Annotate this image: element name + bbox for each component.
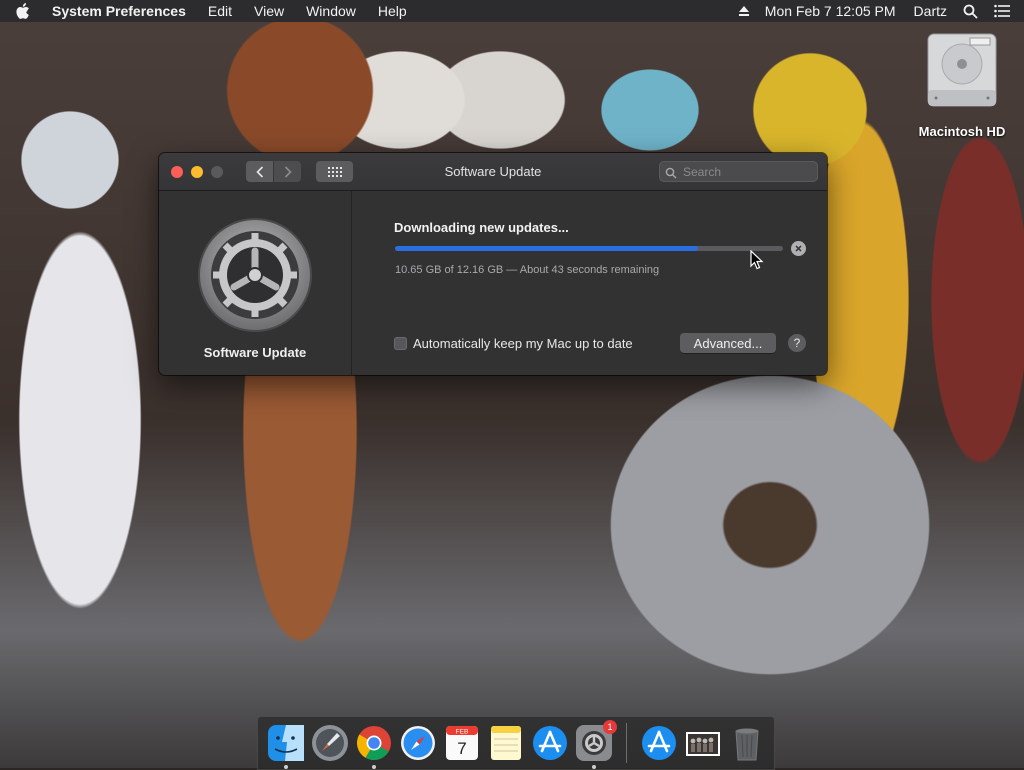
software-update-window: Software Update Search Software Update D… <box>159 153 827 375</box>
window-titlebar[interactable]: Software Update <box>159 153 827 191</box>
app-store-icon <box>533 726 567 760</box>
calendar-day: 7 <box>457 739 466 758</box>
software-update-gear-icon <box>197 217 313 333</box>
close-icon <box>795 245 802 252</box>
back-button[interactable] <box>246 161 273 182</box>
chrome-icon <box>357 726 391 760</box>
launchpad-rocket-icon <box>312 725 348 761</box>
auto-update-row: Automatically keep my Mac up to date <box>394 336 633 351</box>
dock-system-preferences[interactable]: 1 <box>575 720 617 769</box>
dock-calendar[interactable]: FEB 7 <box>443 724 481 762</box>
desktop-drive[interactable]: Macintosh HD <box>912 32 1012 139</box>
nav-buttons <box>246 161 301 182</box>
menu-edit[interactable]: Edit <box>208 3 232 19</box>
forward-button[interactable] <box>274 161 301 182</box>
cancel-download-button[interactable] <box>791 241 806 256</box>
menu-app-name[interactable]: System Preferences <box>52 3 186 19</box>
running-indicator <box>372 765 376 769</box>
dock-app-store-downloads[interactable] <box>640 724 678 762</box>
window-content: Software Update Downloading new updates.… <box>159 191 827 375</box>
chevron-left-icon <box>255 165 263 178</box>
dock-trash[interactable] <box>728 724 766 762</box>
advanced-button[interactable]: Advanced... <box>680 333 776 353</box>
eject-icon[interactable] <box>737 4 751 18</box>
close-window-button[interactable] <box>171 165 183 178</box>
dock-launchpad[interactable] <box>311 724 349 762</box>
download-status-title: Downloading new updates... <box>394 220 569 235</box>
help-button[interactable]: ? <box>788 334 806 352</box>
grid-icon <box>327 166 342 177</box>
dock-app-store[interactable] <box>531 724 569 762</box>
photo-stack-icon <box>686 732 720 756</box>
minimize-window-button[interactable] <box>191 165 203 178</box>
notes-icon <box>491 726 521 760</box>
dock-photos-stack[interactable] <box>684 724 722 762</box>
desktop-wallpaper <box>0 0 1024 768</box>
menu-clock[interactable]: Mon Feb 7 12:05 PM <box>765 3 896 19</box>
running-indicator <box>284 765 288 769</box>
update-count-badge: 1 <box>603 720 617 734</box>
preferences-search[interactable] <box>659 161 818 182</box>
pane-title: Software Update <box>203 345 307 360</box>
notification-center-icon[interactable] <box>994 4 1010 18</box>
menu-view[interactable]: View <box>254 3 284 19</box>
calendar-icon: FEB 7 <box>446 726 478 760</box>
menu-user[interactable]: Dartz <box>914 3 947 19</box>
auto-update-checkbox[interactable] <box>394 337 407 350</box>
pane-sidebar: Software Update <box>159 191 352 375</box>
finder-icon <box>268 725 304 761</box>
show-all-button[interactable] <box>316 161 353 182</box>
dock-finder[interactable] <box>267 724 305 769</box>
download-progress-bar <box>395 246 783 251</box>
auto-update-label[interactable]: Automatically keep my Mac up to date <box>413 336 633 351</box>
menu-bar: System Preferences Edit View Window Help… <box>0 0 1024 22</box>
search-input[interactable] <box>681 163 815 180</box>
trash-icon <box>735 728 759 761</box>
traffic-lights <box>171 165 231 178</box>
menu-window[interactable]: Window <box>306 3 356 19</box>
dock: FEB 7 1 <box>257 716 775 770</box>
menu-help[interactable]: Help <box>378 3 407 19</box>
apple-menu-icon[interactable] <box>14 2 34 20</box>
dock-safari[interactable] <box>399 724 437 762</box>
calendar-month: FEB <box>456 729 469 736</box>
hard-drive-icon[interactable] <box>926 32 998 108</box>
running-indicator <box>592 765 596 769</box>
spotlight-search-icon[interactable] <box>963 4 978 19</box>
zoom-window-button[interactable] <box>211 165 223 178</box>
dock-chrome[interactable] <box>355 724 393 769</box>
drive-label: Macintosh HD <box>918 124 1006 139</box>
download-progress-fill <box>395 246 698 251</box>
update-panel: Downloading new updates... 10.65 GB of 1… <box>352 191 827 375</box>
dock-notes[interactable] <box>487 724 525 762</box>
download-progress-detail: 10.65 GB of 12.16 GB — About 43 seconds … <box>395 264 660 276</box>
chevron-right-icon <box>284 165 292 178</box>
dock-separator <box>626 723 627 763</box>
app-store-icon <box>642 726 676 760</box>
mouse-cursor-icon <box>750 250 764 270</box>
search-icon <box>665 166 677 178</box>
safari-compass-icon <box>401 726 435 760</box>
